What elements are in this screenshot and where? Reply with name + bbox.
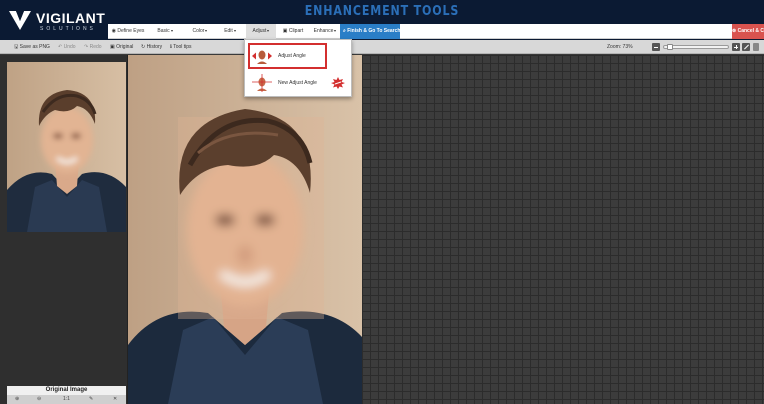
basic-menu-label: Basic [157, 28, 170, 34]
toolbar: 🖫 Save as PNG ↶ Undo ↷ Redo ▣ Original ↻… [0, 40, 764, 54]
tool-tips-button[interactable]: ℹ Tool tips [170, 42, 192, 52]
portrait-working-image [128, 55, 362, 404]
adjust-menu[interactable]: Adjust [246, 24, 276, 39]
finish-search-button[interactable]: ⌕ Finish & Go To Search [340, 24, 400, 39]
working-image[interactable] [128, 55, 362, 404]
zoom-in-button[interactable] [732, 43, 740, 51]
enhance-menu[interactable]: Enhance [310, 24, 340, 39]
zoom-in-icon[interactable]: ⊕ [15, 395, 19, 404]
picture-icon: ▣ [110, 44, 115, 50]
eye-icon: ◉ [111, 28, 116, 34]
brand-subtitle: SOLUTIONS [40, 26, 96, 32]
original-image-thumbnail [7, 62, 126, 232]
finish-search-label: Finish & Go To Search [347, 28, 401, 34]
search-icon: ⌕ [343, 28, 346, 34]
menu-bar: ◉ Define Eyes Basic Color Edit Adjust ▣ … [108, 24, 764, 39]
zoom-out-button[interactable] [652, 43, 660, 51]
zoom-readout: Zoom: 73% [607, 44, 633, 50]
edit-icon[interactable]: ✎ [89, 395, 93, 404]
color-menu[interactable]: Color [184, 24, 216, 39]
caret-down-icon [170, 29, 173, 32]
undo-icon: ↶ [58, 44, 63, 50]
basic-menu[interactable]: Basic [148, 24, 182, 39]
save-png-button[interactable]: 🖫 Save as PNG [14, 42, 50, 52]
image-icon: ▣ [282, 28, 288, 34]
fit-to-screen-icon[interactable] [742, 43, 750, 51]
history-icon: ↻ [141, 44, 146, 50]
undo-button[interactable]: ↶ Undo [58, 42, 76, 52]
cancel-icon: ⊗ [732, 28, 737, 34]
original-button[interactable]: ▣ Original [110, 42, 133, 52]
page-title: ENHANCEMENT TOOLS [304, 4, 460, 19]
vigilant-logo-icon [9, 11, 31, 30]
color-menu-label: Color [192, 28, 205, 34]
portrait-thumbnail-image [7, 62, 126, 232]
caret-down-icon [233, 29, 236, 32]
adjust-angle-option[interactable]: Adjust Angle [248, 43, 327, 69]
cancel-label: Cancel & C [737, 28, 764, 34]
edit-menu[interactable]: Edit [216, 24, 244, 39]
adjust-dropdown-menu: Adjust Angle New Adjust Angle [244, 39, 352, 97]
original-image-label: Original Image [7, 386, 126, 395]
zoom-slider[interactable] [663, 44, 729, 50]
redo-label: Redo [89, 44, 102, 50]
clipart-menu[interactable]: ▣ Clipart [278, 24, 308, 39]
edit-menu-label: Edit [224, 28, 233, 34]
history-label: History [146, 44, 163, 50]
zoom-slider-handle[interactable] [667, 44, 673, 50]
clipart-menu-label: Clipart [288, 28, 304, 34]
cancel-button[interactable]: ⊗ Cancel & C [732, 24, 764, 39]
original-label: Original [116, 44, 134, 50]
actual-size-icon[interactable]: 1:1 [63, 395, 70, 404]
save-icon: 🖫 [14, 44, 19, 50]
history-button[interactable]: ↻ History [141, 42, 162, 52]
caret-down-icon [205, 29, 208, 32]
adjust-menu-label: Adjust [252, 28, 267, 34]
new-adjust-angle-label: New Adjust Angle [278, 80, 317, 86]
tool-tips-label: Tool tips [173, 44, 192, 50]
define-eyes-label: Define Eyes [117, 28, 145, 34]
new-adjust-angle-option[interactable]: New Adjust Angle [247, 71, 350, 95]
more-options-icon[interactable] [753, 43, 759, 51]
info-icon: ℹ [170, 44, 172, 50]
adjust-angle-label: Adjust Angle [278, 53, 306, 59]
crosshair-head-icon [252, 74, 272, 92]
rotate-head-icon [252, 50, 272, 64]
original-image-panel: Original Image ⊕ ⊖ 1:1 ✎ ✕ [0, 55, 128, 404]
enhance-menu-label: Enhance [313, 28, 334, 34]
close-icon[interactable]: ✕ [113, 395, 117, 404]
caret-down-icon [334, 29, 337, 32]
editor-canvas[interactable] [362, 55, 764, 404]
define-eyes-menu[interactable]: ◉ Define Eyes [108, 24, 148, 39]
save-png-label: Save as PNG [19, 44, 50, 50]
redo-button[interactable]: ↷ Redo [84, 42, 102, 52]
redo-icon: ↷ [84, 44, 89, 50]
zoom-out-icon[interactable]: ⊖ [37, 395, 41, 404]
original-image-controls: ⊕ ⊖ 1:1 ✎ ✕ [7, 395, 126, 404]
caret-down-icon [267, 29, 270, 32]
new-badge-icon [331, 77, 345, 89]
undo-label: Undo [63, 44, 76, 50]
